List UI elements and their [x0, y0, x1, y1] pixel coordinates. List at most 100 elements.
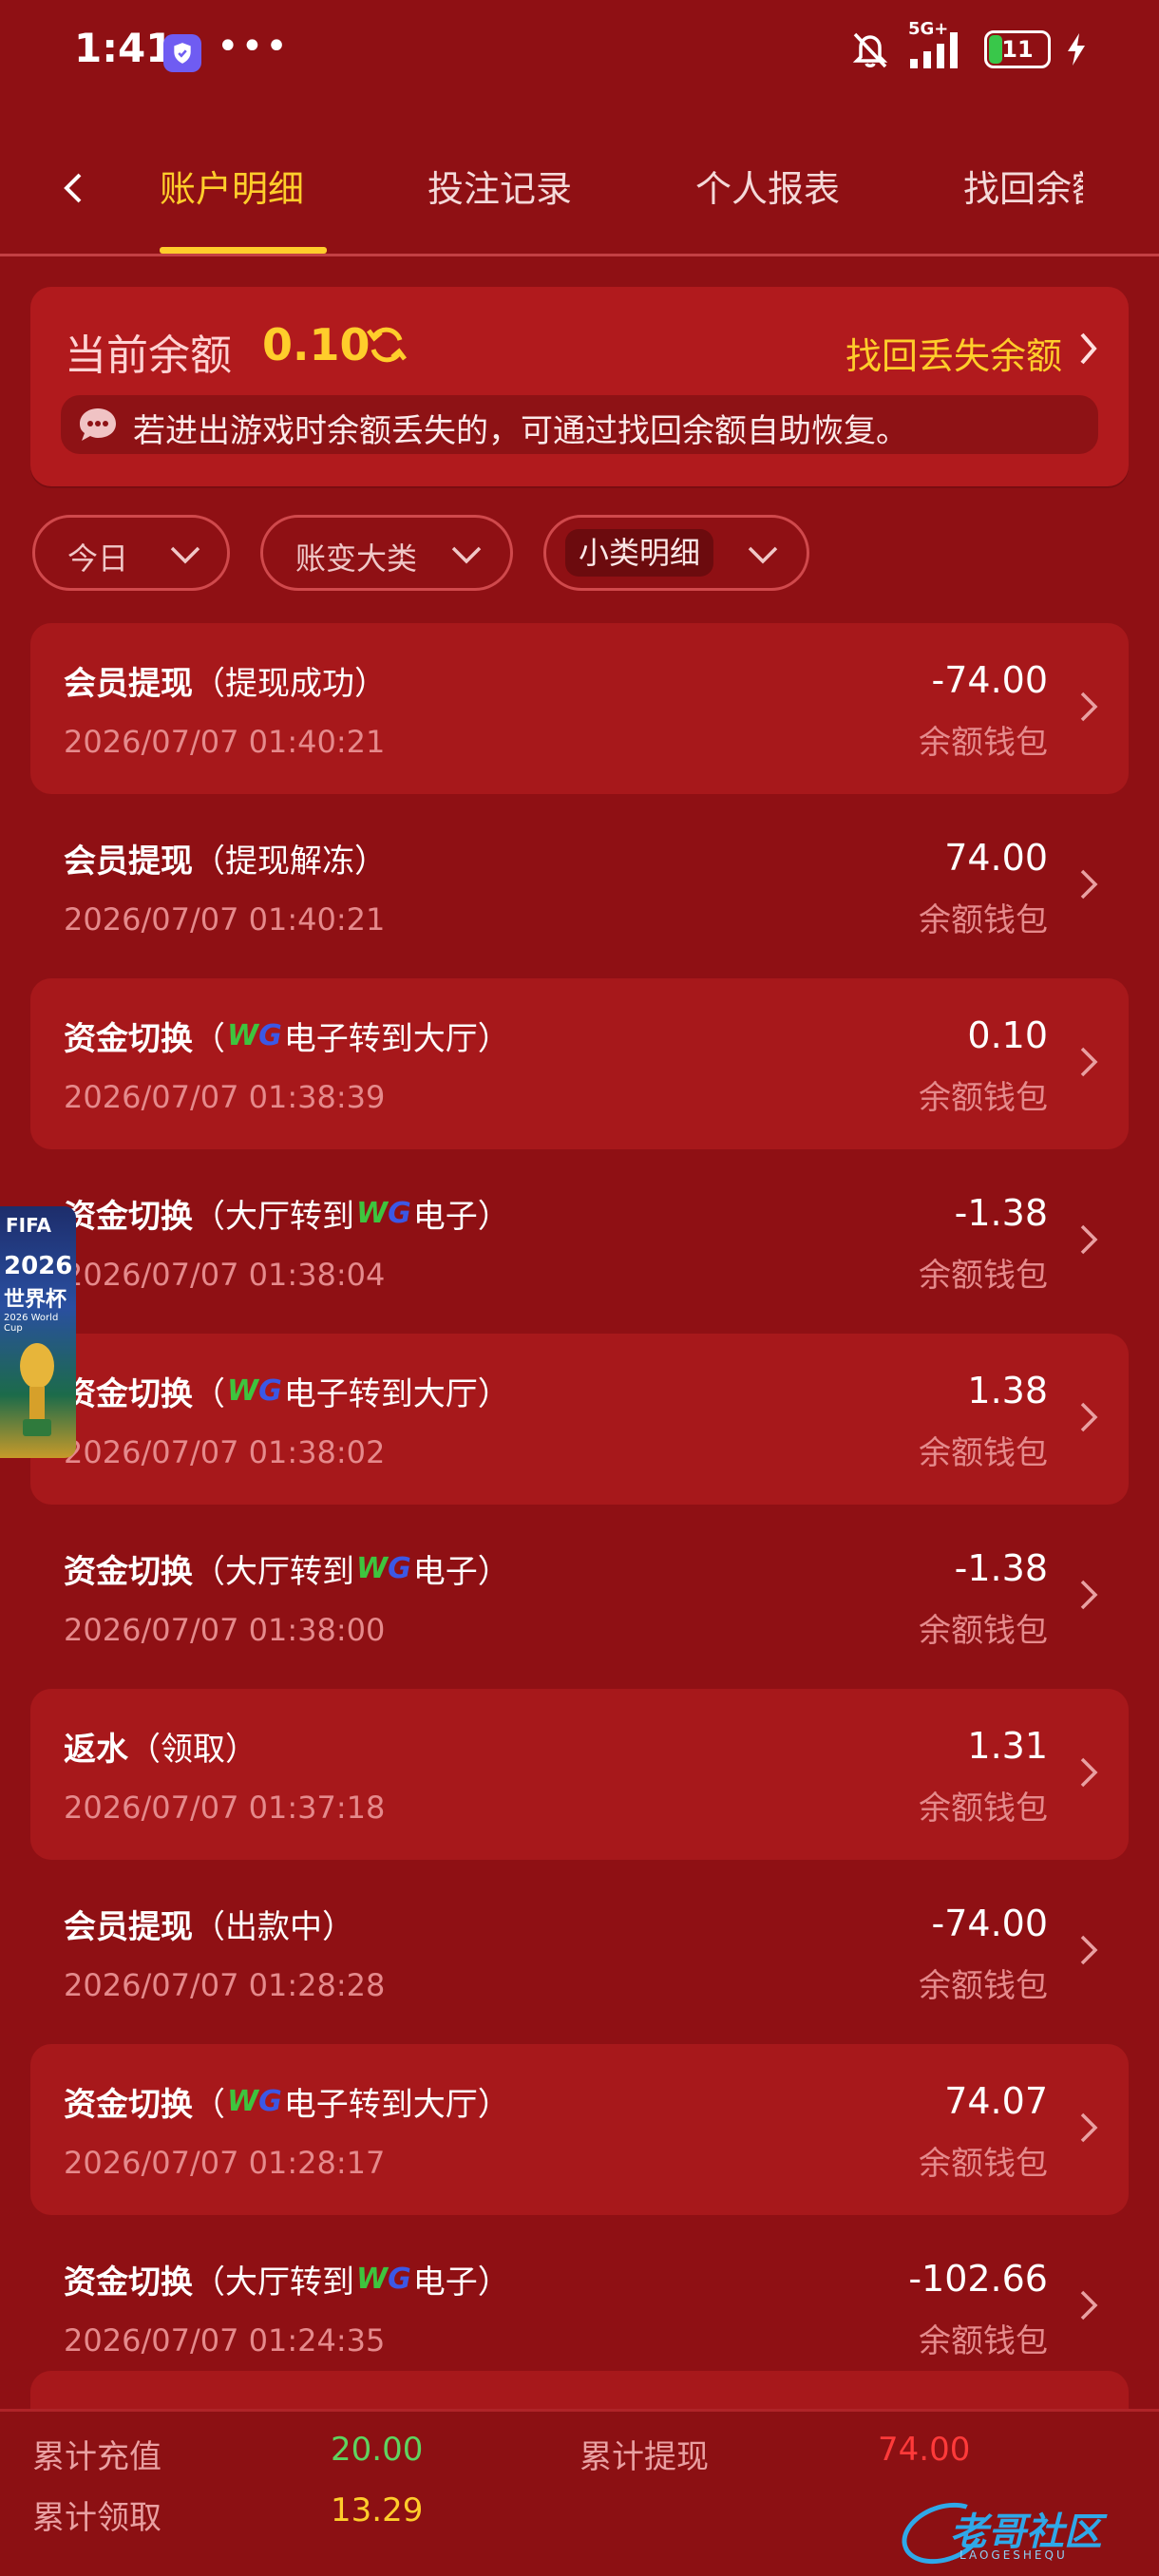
chevron-right-icon — [1080, 869, 1098, 900]
transaction-wallet: 余额钱包 — [919, 901, 1048, 939]
transaction-type: 会员提现 — [64, 665, 193, 703]
chevron-right-icon — [1080, 1935, 1098, 1965]
chevron-down-icon — [451, 546, 482, 564]
wg-logo-w: W — [227, 1374, 259, 1408]
transaction-wallet: 余额钱包 — [919, 1967, 1048, 2005]
transaction-title: 资金切换 （大厅转到 WG 电子） — [64, 1190, 510, 1237]
active-tab-indicator — [160, 247, 327, 254]
wg-logo-g: G — [258, 1019, 282, 1052]
summary-footer: 累计充值 20.00 累计提现 74.00 累计领取 13.29 老哥社区 LA… — [0, 2409, 1159, 2576]
transaction-row[interactable]: 资金切换 （ WG 电子转到大厅） 2026/07/07 01:38:02 1.… — [30, 1334, 1129, 1505]
transaction-detail: （提现成功） — [193, 665, 387, 703]
tab-recover-balance[interactable]: 找回余额 — [963, 160, 1083, 212]
transaction-type: 资金切换 — [64, 2263, 193, 2301]
back-button[interactable] — [55, 160, 103, 217]
tab-bet-records[interactable]: 投注记录 — [428, 160, 572, 212]
transaction-row[interactable]: 会员提现 （提现成功） 2026/07/07 01:40:21 -74.00 余… — [30, 623, 1129, 794]
transaction-time: 2026/07/07 01:38:02 — [64, 1434, 386, 1470]
transaction-row[interactable]: 返水 （领取） 2026/07/07 01:37:18 1.31 余额钱包 — [30, 1689, 1129, 1860]
tab-bar: 账户明细 投注记录 个人报表 找回余额 — [0, 133, 1159, 256]
filter-subcategory-pill: 小类明细 — [565, 529, 714, 577]
filter-subcategory[interactable]: 小类明细 — [543, 515, 809, 591]
transaction-row[interactable]: 资金切换 （大厅转到 WG 电子） 2026/07/07 01:38:04 -1… — [30, 1156, 1129, 1327]
transaction-amount: 74.00 — [944, 837, 1048, 879]
transaction-detail-suffix: 电子） — [412, 2263, 510, 2301]
balance-card: 当前余额 0.10 找回丢失余额 若进出游戏时余额丢失的，可通过找回余额自助恢复… — [30, 287, 1129, 486]
transaction-detail: （出款中） — [193, 1908, 354, 1946]
transaction-detail: （提现解冻） — [193, 843, 387, 881]
transaction-title: 资金切换 （ WG 电子转到大厅） — [64, 1013, 510, 1059]
recover-balance-link[interactable]: 找回丢失余额 — [846, 327, 1062, 379]
transaction-amount: -1.38 — [954, 1192, 1048, 1234]
chevron-right-icon — [1080, 1402, 1098, 1432]
transaction-title: 会员提现 （提现成功） — [64, 657, 387, 704]
wg-logo-icon: WG — [227, 1019, 282, 1052]
transaction-detail: （大厅转到 — [193, 1553, 354, 1591]
transaction-detail-suffix: 电子转到大厅） — [283, 1375, 510, 1413]
filter-category[interactable]: 账变大类 — [260, 515, 513, 591]
transaction-wallet: 余额钱包 — [919, 2322, 1048, 2360]
transaction-type: 资金切换 — [64, 2086, 193, 2124]
status-time: 1:41 — [74, 25, 174, 71]
transaction-detail-suffix: 电子转到大厅） — [283, 1020, 510, 1058]
transaction-type: 会员提现 — [64, 843, 193, 881]
tab-personal-report[interactable]: 个人报表 — [695, 160, 840, 212]
transaction-detail: （ — [193, 1375, 225, 1413]
network-type: 5G+ — [908, 19, 949, 39]
transaction-time: 2026/07/07 01:38:00 — [64, 1612, 386, 1648]
chevron-down-icon — [170, 546, 200, 564]
chevron-right-icon — [1080, 1580, 1098, 1610]
transaction-type: 资金切换 — [64, 1198, 193, 1236]
wg-logo-w: W — [356, 1552, 389, 1585]
transaction-time: 2026/07/07 01:38:04 — [64, 1257, 386, 1293]
transaction-wallet: 余额钱包 — [919, 1079, 1048, 1117]
transaction-row[interactable]: 资金切换 （ WG 电子转到大厅） 2026/07/07 01:28:17 74… — [30, 2044, 1129, 2215]
transaction-row[interactable]: 会员提现 （提现解冻） 2026/07/07 01:40:21 74.00 余额… — [30, 801, 1129, 972]
wg-logo-icon: WG — [356, 2263, 411, 2296]
transaction-detail: （大厅转到 — [193, 1198, 354, 1236]
mute-icon — [847, 28, 893, 70]
battery-level: 11 — [1001, 36, 1034, 63]
chevron-left-icon — [64, 173, 82, 203]
chevron-right-icon — [1080, 1757, 1098, 1788]
signal-icon: 5G+ — [908, 19, 969, 70]
transaction-type: 资金切换 — [64, 1020, 193, 1058]
trophy-icon — [20, 1343, 54, 1436]
transaction-wallet: 余额钱包 — [919, 1612, 1048, 1650]
refresh-icon[interactable] — [365, 323, 408, 367]
transaction-row[interactable]: 资金切换 （大厅转到 WG 电子） 2026/07/07 01:24:35 -1… — [30, 2222, 1129, 2393]
wg-logo-icon: WG — [227, 2085, 282, 2118]
transaction-title: 会员提现 （出款中） — [64, 1901, 354, 1947]
transaction-row[interactable]: 资金切换 （ WG 电子转到大厅） 2026/07/07 01:38:39 0.… — [30, 978, 1129, 1149]
chat-bubble-icon — [78, 407, 118, 443]
total-recharge-label: 累计充值 — [32, 2438, 162, 2476]
filter-date[interactable]: 今日 — [32, 515, 230, 591]
chevron-right-icon — [1080, 691, 1098, 722]
transaction-amount: 0.10 — [967, 1014, 1048, 1056]
worldcup-title: 世界杯 — [4, 1288, 67, 1312]
transaction-type: 返水 — [64, 1731, 128, 1769]
filter-date-label: 今日 — [67, 540, 129, 577]
list-item-partial — [30, 2371, 1129, 2409]
transaction-wallet: 余额钱包 — [919, 724, 1048, 762]
shield-icon — [163, 34, 201, 72]
wg-logo-g: G — [388, 1552, 411, 1585]
wg-logo-w: W — [356, 1197, 389, 1230]
tab-account-detail[interactable]: 账户明细 — [160, 160, 304, 212]
transaction-detail: （领取） — [128, 1731, 257, 1769]
transaction-time: 2026/07/07 01:37:18 — [64, 1790, 386, 1826]
transaction-row[interactable]: 会员提现 （出款中） 2026/07/07 01:28:28 -74.00 余额… — [30, 1866, 1129, 2037]
worldcup-ad-banner[interactable]: FIFA 2026 世界杯 2026 World Cup — [0, 1206, 76, 1458]
transaction-amount: -74.00 — [931, 1903, 1049, 1944]
transaction-type: 资金切换 — [64, 1375, 193, 1413]
chevron-right-icon[interactable] — [1074, 329, 1102, 369]
wg-logo-g: G — [388, 1197, 411, 1230]
fifa-badge: FIFA — [6, 1214, 51, 1237]
status-icons: 5G+ 11 — [847, 19, 1087, 70]
transaction-time: 2026/07/07 01:40:21 — [64, 901, 386, 938]
total-claim-value: 13.29 — [331, 2491, 424, 2529]
chevron-right-icon — [1080, 1224, 1098, 1255]
wg-logo-w: W — [227, 1019, 259, 1052]
transaction-row[interactable]: 资金切换 （大厅转到 WG 电子） 2026/07/07 01:38:00 -1… — [30, 1511, 1129, 1682]
wg-logo-g: G — [388, 2263, 411, 2296]
